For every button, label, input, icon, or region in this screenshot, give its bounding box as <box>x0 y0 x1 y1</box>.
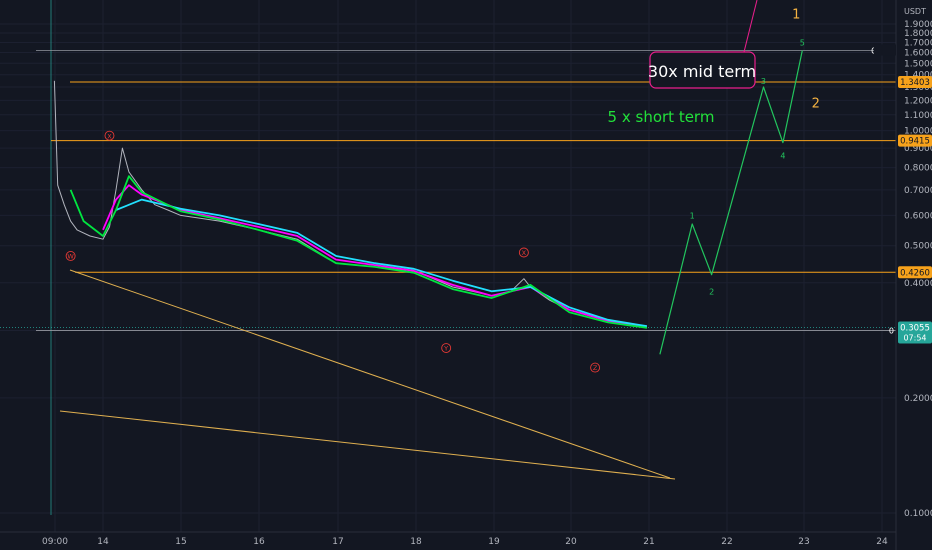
y-tick-label: 0.6000 <box>904 211 932 221</box>
chart-background <box>0 0 932 550</box>
x-tick-label: 23 <box>798 537 809 547</box>
x-tick-label: 15 <box>175 537 186 547</box>
wave-label: 3 <box>761 77 766 86</box>
y-tick-label: 1.1000 <box>904 111 932 121</box>
x-tick-label: 09:00 <box>42 537 68 547</box>
x-tick-label: 21 <box>643 537 654 547</box>
price-badge-label: 1.3403 <box>900 78 930 88</box>
y-tick-label: 1.9000 <box>904 20 932 30</box>
wave-label: 2 <box>812 97 820 112</box>
wave-circle-label: X <box>107 132 112 140</box>
y-tick-label: 1.2000 <box>904 96 932 106</box>
wave-label: 1 <box>690 211 695 220</box>
wave-circle-label: W <box>67 253 74 261</box>
x-tick-label: 19 <box>488 537 500 547</box>
y-tick-label: 0.1000 <box>904 509 932 519</box>
callout-text: 30x mid term <box>648 62 756 81</box>
countdown-label: 07:54 <box>903 334 926 343</box>
fib-badge <box>874 44 896 56</box>
x-tick-label: 17 <box>332 537 343 547</box>
price-badge-label: 0.4260 <box>900 268 930 278</box>
price-chart[interactable]: 0.2360 1234512XWYXZ 30x mid term 5 x sho… <box>0 0 932 550</box>
currency-label: USDT <box>904 7 926 16</box>
y-tick-label: 1.6000 <box>904 49 932 59</box>
y-tick-label: 1.8000 <box>904 29 932 39</box>
y-tick-label: 0.8000 <box>904 164 932 174</box>
y-tick-label: 0.7000 <box>904 186 932 196</box>
y-tick-label: 1.5000 <box>904 59 932 69</box>
y-tick-label: 1.7000 <box>904 38 932 48</box>
wave-circle-label: Z <box>593 364 598 372</box>
wave-circle-label: X <box>522 249 527 257</box>
wave-label: 1 <box>792 7 800 22</box>
x-tick-label: 14 <box>97 537 109 547</box>
x-tick-label: 20 <box>565 537 577 547</box>
x-tick-label: 22 <box>721 537 732 547</box>
y-tick-label: 0.4000 <box>904 279 932 289</box>
wave-label: 2 <box>709 287 714 296</box>
wave-label: 4 <box>780 152 785 161</box>
price-badge-label: 0.3055 <box>900 324 930 334</box>
y-tick-label: 0.2000 <box>904 394 932 404</box>
wave-circle-label: Y <box>443 345 448 353</box>
y-tick-label: 0.5000 <box>904 242 932 252</box>
x-tick-label: 16 <box>253 537 265 547</box>
price-badge-label: 0.9415 <box>900 137 930 147</box>
wave-label: 5 <box>800 38 805 47</box>
x-tick-label: 18 <box>410 537 422 547</box>
x-tick-label: 24 <box>876 537 888 547</box>
short-term-note[interactable]: 5 x short term <box>608 108 715 126</box>
